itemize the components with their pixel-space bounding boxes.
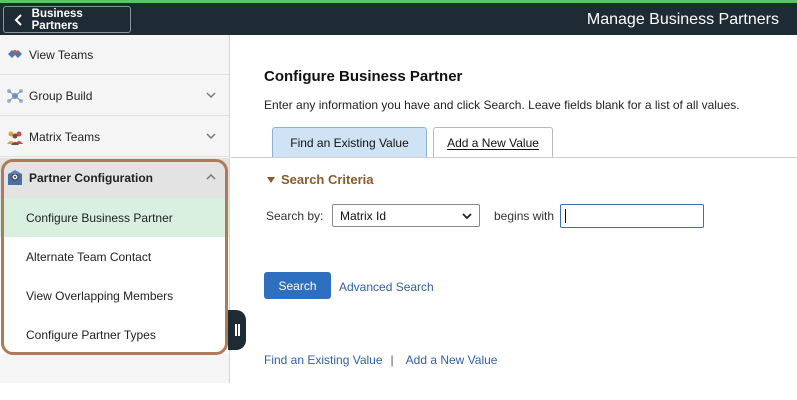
find-existing-value-link[interactable]: Find an Existing Value xyxy=(264,353,383,367)
search-by-value: Matrix Id xyxy=(340,208,387,223)
sidebar-subitem-configure-partner-types[interactable]: Configure Partner Types xyxy=(0,315,229,354)
sidebar-subitem-label: View Overlapping Members xyxy=(26,288,174,303)
search-criteria-label: Search Criteria xyxy=(281,172,374,187)
sidebar-item-partner-configuration[interactable]: Partner Configuration xyxy=(0,158,229,198)
tab-add-new-value[interactable]: Add a New Value xyxy=(433,127,553,158)
sidebar-subitem-label: Alternate Team Contact xyxy=(26,249,152,264)
sidebar-item-label: Partner Configuration xyxy=(29,170,154,185)
search-button[interactable]: Search xyxy=(264,272,331,299)
sidebar-subitem-label: Configure Business Partner xyxy=(26,210,173,225)
tab-label: Find an Existing Value xyxy=(290,135,409,150)
chevron-left-icon xyxy=(12,13,26,27)
sidebar-item-group-build[interactable]: Group Build xyxy=(0,76,229,116)
advanced-search-link[interactable]: Advanced Search xyxy=(339,280,434,294)
sidebar-item-matrix-teams[interactable]: Matrix Teams xyxy=(0,117,229,157)
page-title: Manage Business Partners xyxy=(586,11,779,28)
app-header: Business Partners Manage Business Partne… xyxy=(0,3,797,35)
chevron-down-icon xyxy=(206,92,216,99)
chevron-down-icon xyxy=(206,133,216,140)
back-button-label: Business Partners xyxy=(31,7,83,32)
instructions-text: Enter any information you have and click… xyxy=(264,98,740,112)
sidebar-subitem-configure-business-partner[interactable]: Configure Business Partner xyxy=(0,198,229,237)
sidebar-item-view-teams[interactable]: View Teams xyxy=(0,35,229,75)
search-value-input[interactable] xyxy=(560,204,704,228)
search-by-label: Search by: xyxy=(266,209,324,223)
sidebar-subitem-alternate-team-contact[interactable]: Alternate Team Contact xyxy=(0,237,229,276)
link-separator: | xyxy=(390,353,394,367)
search-by-select[interactable]: Matrix Id xyxy=(332,204,480,227)
add-new-value-link[interactable]: Add a New Value xyxy=(406,353,498,367)
triangle-down-icon xyxy=(267,176,275,183)
matrix-teams-icon xyxy=(6,128,24,146)
search-criteria-toggle[interactable]: Search Criteria xyxy=(267,172,374,187)
sidebar-item-label: View Teams xyxy=(29,47,94,62)
chevron-down-icon xyxy=(462,213,472,220)
teams-icon xyxy=(6,46,24,64)
sidebar-subitem-view-overlapping-members[interactable]: View Overlapping Members xyxy=(0,276,229,315)
group-build-icon xyxy=(6,87,24,105)
sidebar-item-label: Matrix Teams xyxy=(29,129,101,144)
tab-divider xyxy=(231,157,797,158)
text-cursor xyxy=(565,209,566,223)
back-button[interactable]: Business Partners xyxy=(3,6,131,33)
sidebar-subitem-label: Configure Partner Types xyxy=(26,327,156,342)
main-content: Configure Business Partner Enter any inf… xyxy=(231,35,797,400)
tab-label: Add a New Value xyxy=(447,135,539,150)
operator-label: begins with xyxy=(494,209,555,223)
chevron-up-icon xyxy=(206,173,216,180)
bottom-links: Find an Existing Value | Add a New Value xyxy=(264,353,497,367)
sidebar-item-label: Group Build xyxy=(29,88,93,103)
partner-config-icon xyxy=(6,169,24,187)
sidebar: View Teams Group Build Matrix Teams Part… xyxy=(0,35,230,383)
tab-find-existing-value[interactable]: Find an Existing Value xyxy=(272,127,427,158)
content-title: Configure Business Partner xyxy=(264,68,463,85)
